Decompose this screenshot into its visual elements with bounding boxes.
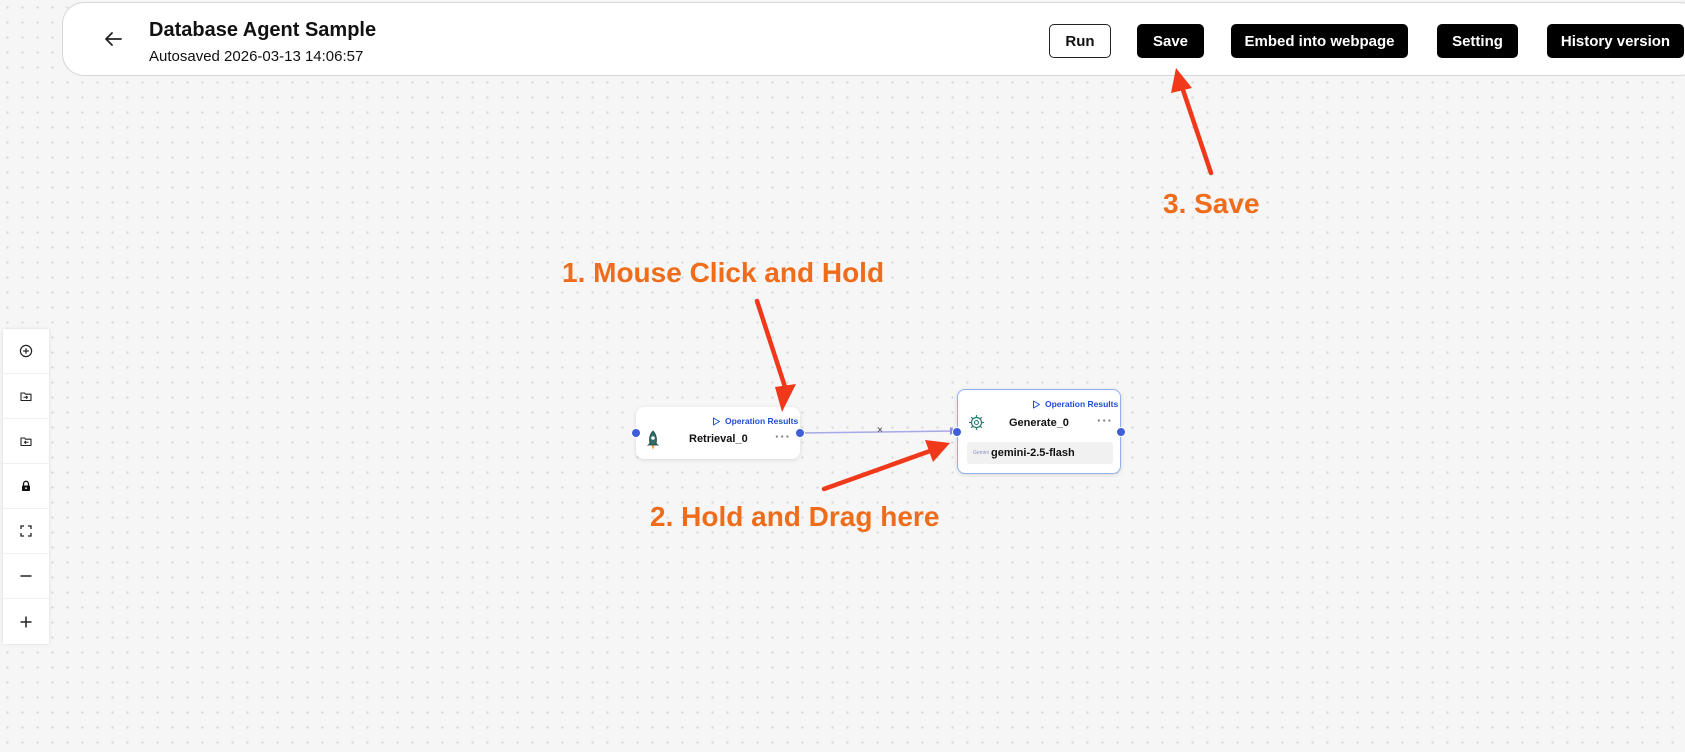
input-handle[interactable] <box>952 427 962 437</box>
annotation-step-3: 3. Save <box>1163 188 1260 219</box>
output-handle[interactable] <box>1116 427 1126 437</box>
lock-icon <box>22 480 30 491</box>
operation-results-link[interactable]: Operation Results <box>1032 399 1118 409</box>
gear-icon <box>969 415 984 430</box>
model-name: gemini-2.5-flash <box>991 447 1075 459</box>
import-button[interactable] <box>3 374 49 419</box>
generate-node[interactable]: Operation Results Generate_0 ··· Gemini … <box>952 389 1126 474</box>
add-node-button[interactable] <box>3 329 49 374</box>
export-icon <box>20 437 32 447</box>
page-title: Database Agent Sample <box>149 19 377 41</box>
zoom-out-icon <box>20 575 32 577</box>
rocket-icon <box>647 430 659 450</box>
input-handle[interactable] <box>631 428 641 438</box>
output-handle[interactable] <box>795 428 805 438</box>
operation-results-link[interactable]: Operation Results <box>712 416 798 426</box>
back-button[interactable] <box>101 27 125 51</box>
node-menu-button[interactable]: ··· <box>775 430 791 443</box>
fullscreen-icon <box>20 525 32 537</box>
operation-results-label: Operation Results <box>1045 399 1119 409</box>
play-icon <box>1033 400 1040 408</box>
setting-button[interactable]: Setting <box>1437 24 1518 58</box>
canvas-toolbar <box>3 329 49 644</box>
run-button[interactable]: Run <box>1049 24 1111 58</box>
zoom-in-button[interactable] <box>3 599 49 644</box>
save-button[interactable]: Save <box>1137 24 1204 58</box>
autosave-status: Autosaved 2026-03-13 14:06:57 <box>149 48 364 65</box>
retrieval-node[interactable]: Operation Results Retrieval_0 ··· <box>631 407 805 459</box>
node-menu-button[interactable]: ··· <box>1097 414 1113 427</box>
history-version-button[interactable]: History version <box>1547 24 1684 58</box>
arrow-step-3 <box>1171 68 1214 176</box>
edge-layer <box>799 427 957 435</box>
arrow-step-1 <box>754 298 796 412</box>
top-header: Database Agent Sample Autosaved 2026-03-… <box>62 2 1685 76</box>
model-selector[interactable]: Gemini gemini-2.5-flash <box>967 442 1113 464</box>
arrow-step-2 <box>821 440 950 492</box>
zoom-out-button[interactable] <box>3 554 49 599</box>
play-icon <box>713 417 720 425</box>
zoom-in-icon <box>20 616 32 627</box>
node-title: Generate_0 <box>1009 417 1069 429</box>
annotation-step-1: 1. Mouse Click and Hold <box>562 257 885 288</box>
annotation-step-2: 2. Hold and Drag here <box>650 501 940 532</box>
embed-button[interactable]: Embed into webpage <box>1231 24 1408 58</box>
fit-view-button[interactable] <box>3 509 49 554</box>
add-circle-icon <box>19 344 33 358</box>
operation-results-label: Operation Results <box>725 416 799 426</box>
export-button[interactable] <box>3 419 49 464</box>
edge-delete-button[interactable]: × <box>875 424 885 438</box>
lock-button[interactable] <box>3 464 49 509</box>
gemini-logo: Gemini <box>973 450 989 456</box>
import-icon <box>20 392 32 402</box>
annotation-arrows <box>754 68 1214 492</box>
arrow-left-icon <box>105 32 122 46</box>
node-title: Retrieval_0 <box>689 433 748 445</box>
